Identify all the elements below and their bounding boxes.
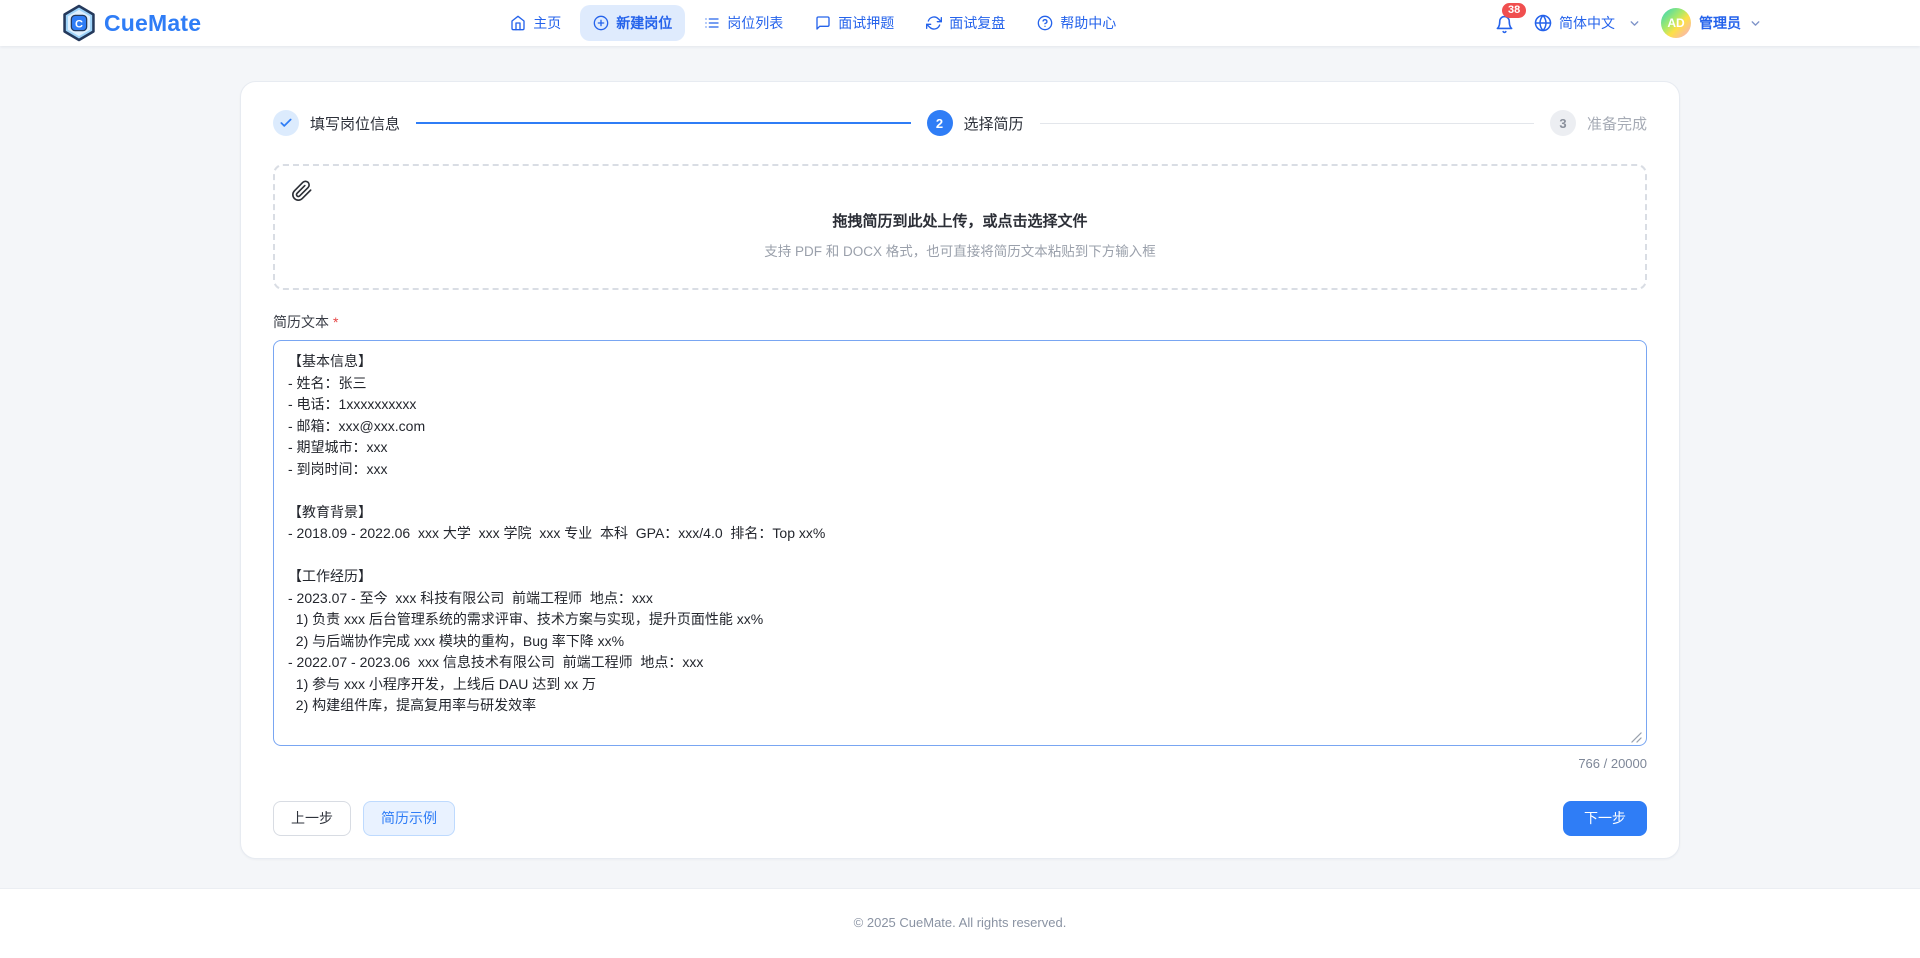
main-nav: 主页 新建岗位 岗位列表 面试押题 面试复盘	[497, 5, 1129, 41]
question-circle-icon	[1037, 15, 1053, 31]
copyright-text: © 2025 CueMate. All rights reserved.	[854, 915, 1067, 930]
resume-text-input[interactable]: 【基本信息】 - 姓名：张三 - 电话：1xxxxxxxxxx - 邮箱：xxx…	[273, 340, 1647, 746]
required-asterisk: *	[333, 314, 338, 330]
top-navbar: C CueMate 主页 新建岗位 岗位列表 面试押	[0, 0, 1920, 46]
next-step-button[interactable]: 下一步	[1563, 801, 1647, 836]
notifications-button[interactable]: 38	[1495, 12, 1514, 34]
nav-item-label: 面试押题	[838, 13, 894, 33]
avatar: AD	[1661, 8, 1691, 38]
step-label: 填写岗位信息	[310, 113, 400, 134]
main-content: 填写岗位信息 2 选择简历 3 准备完成 拖拽简历到此处上传，或点击选择文件 支…	[0, 46, 1920, 888]
dropzone-title: 拖拽简历到此处上传，或点击选择文件	[832, 210, 1087, 231]
dropzone-hint: 支持 PDF 和 DOCX 格式，也可直接将简历文本粘贴到下方输入框	[764, 240, 1156, 260]
resume-textarea-wrapper: 【基本信息】 - 姓名：张三 - 电话：1xxxxxxxxxx - 邮箱：xxx…	[273, 340, 1647, 751]
chevron-down-icon	[1749, 17, 1762, 30]
language-label: 简体中文	[1559, 13, 1615, 33]
home-icon	[510, 15, 526, 31]
create-job-card: 填写岗位信息 2 选择简历 3 准备完成 拖拽简历到此处上传，或点击选择文件 支…	[240, 81, 1680, 859]
resume-text-label-text: 简历文本	[273, 314, 329, 330]
plus-circle-icon	[593, 15, 609, 31]
step-select-resume: 2 选择简历	[927, 110, 1024, 136]
chat-bubble-icon	[815, 15, 831, 31]
svg-text:C: C	[75, 19, 83, 31]
cuemate-logo-icon: C	[62, 4, 96, 42]
step-label: 选择简历	[964, 113, 1024, 134]
chevron-down-icon	[1628, 17, 1641, 30]
dropzone-texts: 拖拽简历到此处上传，或点击选择文件 支持 PDF 和 DOCX 格式，也可直接将…	[291, 196, 1629, 274]
nav-item-job-list[interactable]: 岗位列表	[691, 5, 796, 41]
nav-item-home[interactable]: 主页	[497, 5, 574, 41]
footer: © 2025 CueMate. All rights reserved.	[0, 888, 1920, 958]
nav-item-label: 新建岗位	[616, 13, 672, 33]
user-menu[interactable]: AD 管理员	[1661, 8, 1762, 38]
refresh-icon	[926, 15, 942, 31]
step-connector-done	[416, 122, 910, 124]
nav-item-label: 帮助中心	[1060, 13, 1116, 33]
step-check-icon	[273, 110, 299, 136]
brand-name: CueMate	[104, 10, 201, 37]
language-selector[interactable]: 简体中文	[1534, 13, 1641, 33]
nav-item-label: 岗位列表	[727, 13, 783, 33]
step-label: 准备完成	[1587, 113, 1647, 134]
list-icon	[704, 15, 720, 31]
globe-icon	[1534, 14, 1552, 32]
char-counter: 766 / 20000	[273, 756, 1647, 771]
nav-item-interview-questions[interactable]: 面试押题	[802, 5, 907, 41]
step-job-info: 填写岗位信息	[273, 110, 400, 136]
nav-item-new-job[interactable]: 新建岗位	[580, 5, 685, 41]
resume-dropzone[interactable]: 拖拽简历到此处上传，或点击选择文件 支持 PDF 和 DOCX 格式，也可直接将…	[273, 164, 1647, 290]
resume-sample-button[interactable]: 简历示例	[363, 801, 455, 836]
resize-grip-icon[interactable]	[1631, 732, 1642, 743]
stepper: 填写岗位信息 2 选择简历 3 准备完成	[273, 110, 1647, 136]
step-connector-pending	[1040, 123, 1534, 124]
step-number: 3	[1550, 110, 1576, 136]
nav-item-label: 主页	[533, 13, 561, 33]
brand-home-link[interactable]: C CueMate	[62, 4, 201, 42]
navbar-right: 38 简体中文 AD 管理员	[1495, 8, 1762, 38]
notification-badge: 38	[1502, 3, 1526, 18]
nav-item-help-center[interactable]: 帮助中心	[1024, 5, 1129, 41]
action-bar: 上一步 简历示例 下一步	[273, 801, 1647, 836]
step-ready: 3 准备完成	[1550, 110, 1647, 136]
nav-item-interview-review[interactable]: 面试复盘	[913, 5, 1018, 41]
resume-text-label: 简历文本*	[273, 312, 1647, 332]
nav-item-label: 面试复盘	[949, 13, 1005, 33]
prev-step-button[interactable]: 上一步	[273, 801, 351, 836]
user-role-label: 管理员	[1699, 13, 1741, 33]
step-number: 2	[927, 110, 953, 136]
